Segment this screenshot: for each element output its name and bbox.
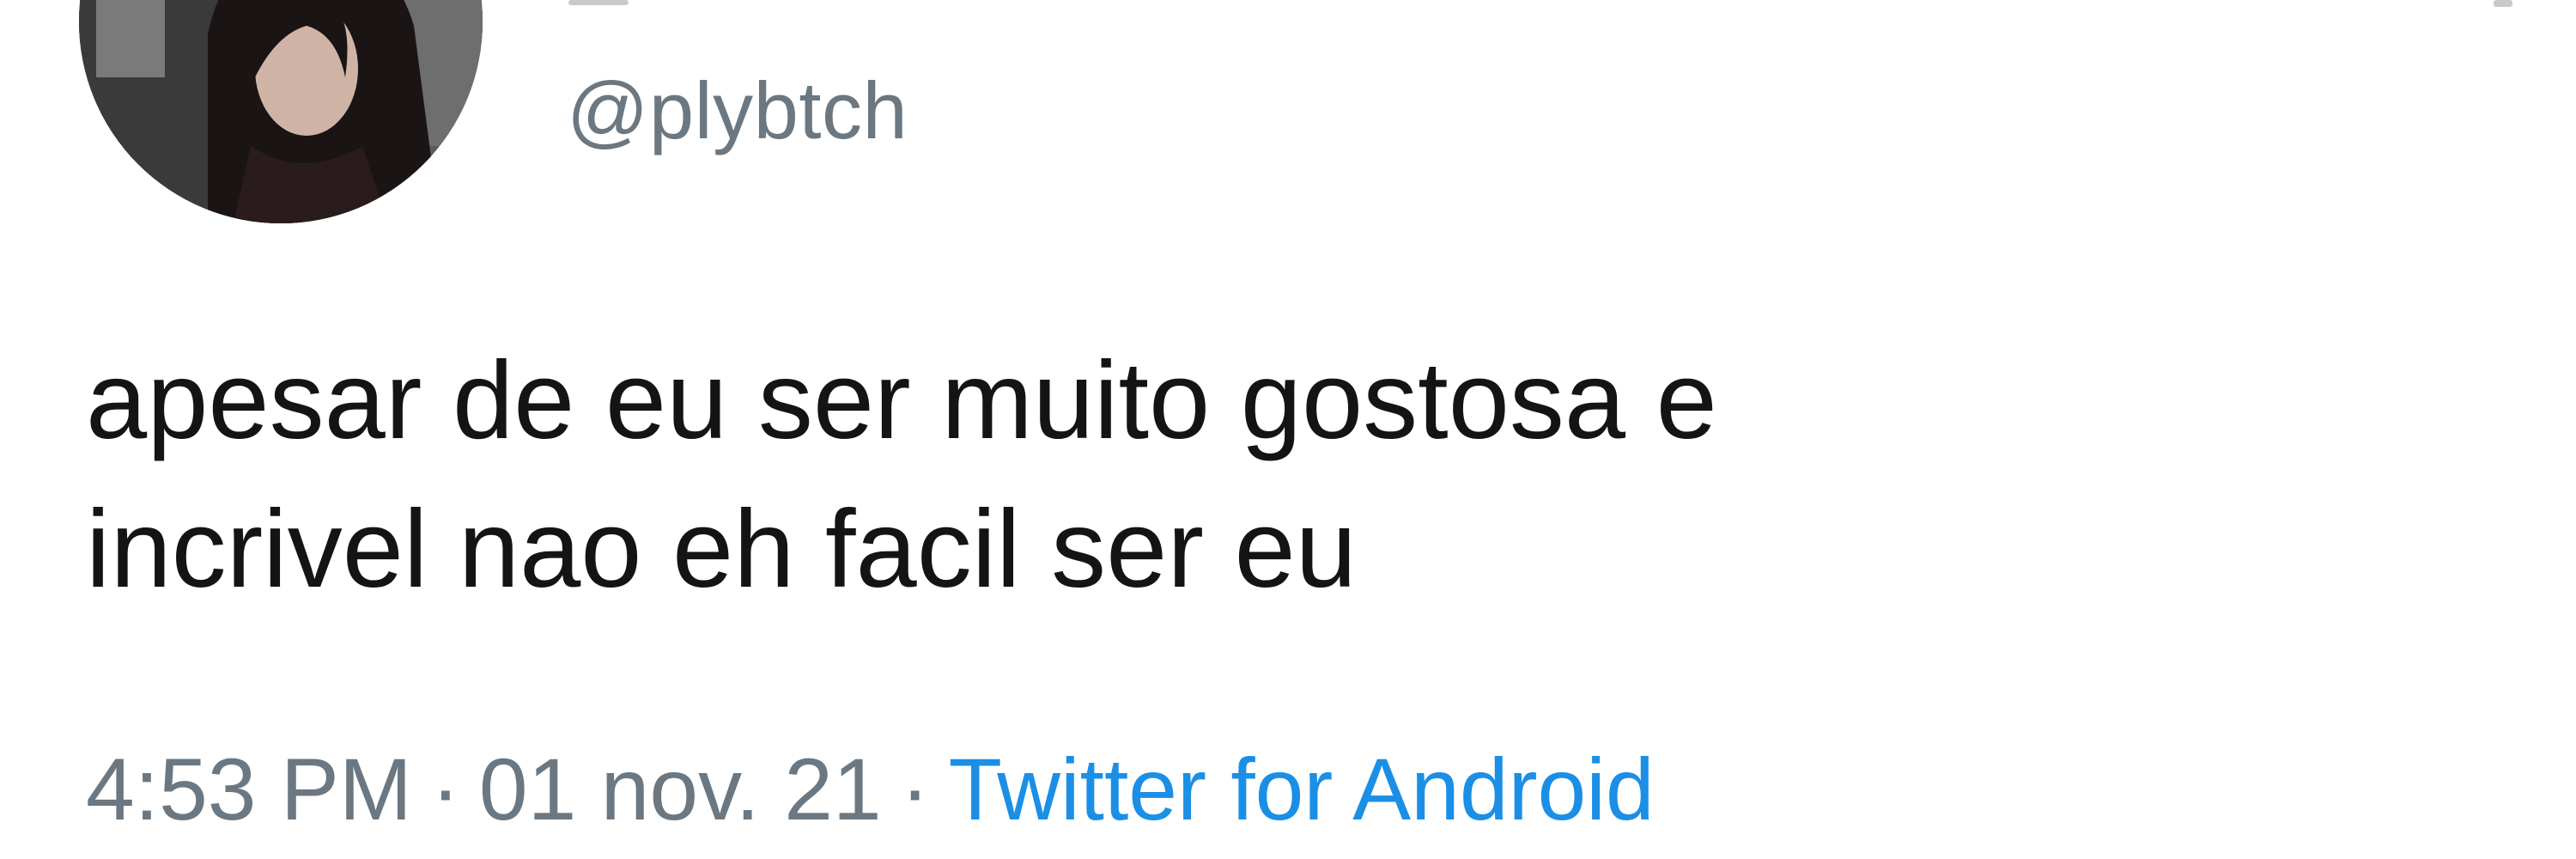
tweet-date[interactable]: 01 nov. 21 <box>479 740 882 838</box>
tweet-time[interactable]: 4:53 PM <box>86 740 412 838</box>
tweet-text: apesar de eu ser muito gostosa e incrive… <box>86 326 2524 624</box>
user-handle[interactable]: @plybtch <box>567 70 908 151</box>
tweet-text-line-2: incrivel nao eh facil ser eu <box>86 488 1357 611</box>
tweet-card: @plybtch apesar de eu ser muito gostosa … <box>0 0 2576 859</box>
meta-separator: · <box>900 740 930 838</box>
meta-separator: · <box>430 740 460 838</box>
more-options-icon[interactable] <box>2494 0 2512 7</box>
avatar-photo-icon <box>79 0 483 223</box>
display-name-fragment <box>568 0 629 5</box>
tweet-source-link[interactable]: Twitter for Android <box>949 740 1655 838</box>
tweet-text-line-1: apesar de eu ser muito gostosa e <box>86 339 1717 462</box>
avatar[interactable] <box>79 0 483 223</box>
tweet-meta: 4:53 PM · 01 nov. 21 · Twitter for Android <box>86 746 1655 833</box>
